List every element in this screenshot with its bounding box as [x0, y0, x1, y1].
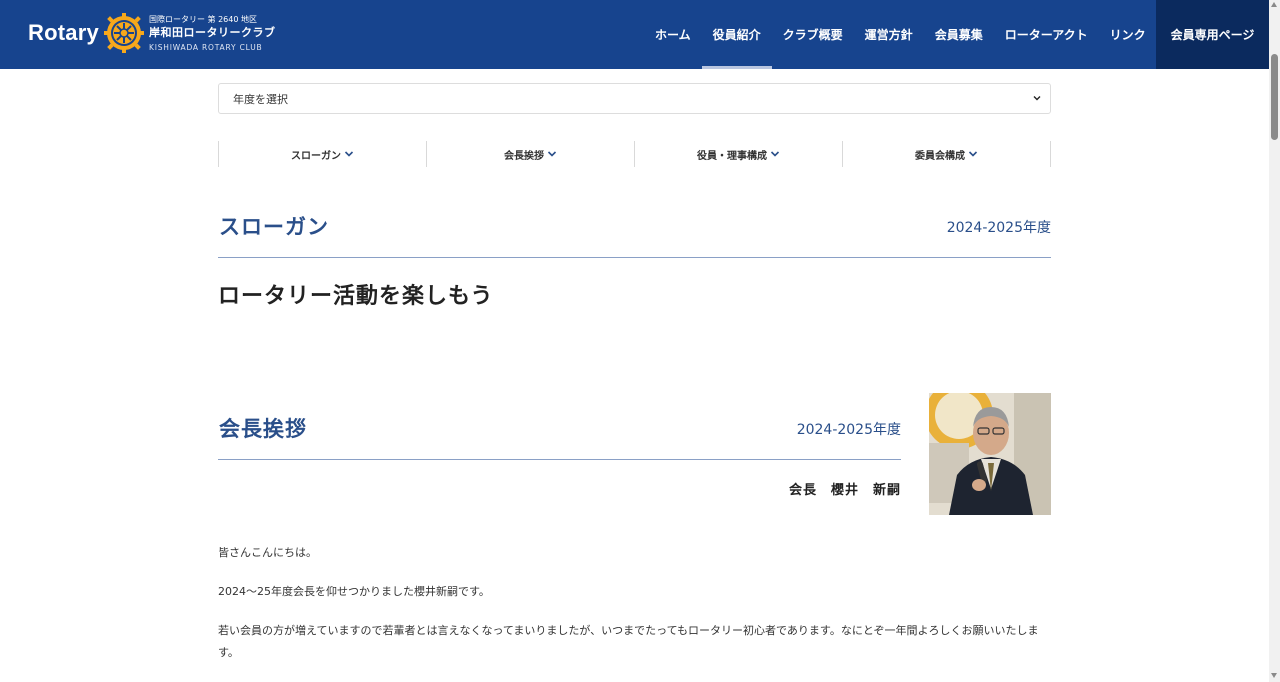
chevron-down-icon — [1033, 96, 1041, 101]
nav-officers[interactable]: 役員紹介 — [701, 0, 772, 69]
tab-committees[interactable]: 委員会構成 — [842, 141, 1051, 167]
tab-label: 会長挨拶 — [504, 150, 544, 162]
nav-home[interactable]: ホーム — [644, 0, 702, 69]
club-name-block[interactable]: 国際ロータリー 第 2640 地区 岸和田ロータリークラブ KISHIWADA … — [149, 14, 276, 55]
tab-slogan[interactable]: スローガン — [218, 141, 426, 167]
year-select[interactable]: 年度を選択 — [218, 83, 1051, 114]
nav-rotaract[interactable]: ローターアクト — [994, 0, 1099, 69]
scroll-down-arrow-icon[interactable] — [1271, 673, 1277, 678]
chevron-down-icon — [344, 151, 354, 157]
district-label: 国際ロータリー 第 2640 地区 — [149, 15, 257, 24]
scroll-up-arrow-icon[interactable] — [1271, 2, 1277, 7]
members-only-button[interactable]: 会員専用ページ — [1156, 0, 1269, 69]
nav-recruitment[interactable]: 会員募集 — [924, 0, 994, 69]
main-nav: ホーム 役員紹介 クラブ概要 運営方針 会員募集 ローターアクト リンク — [644, 0, 1157, 69]
site-header: Rotary 国際ロータリー 第 2640 地区 岸和田ロータリークラブ KIS… — [0, 0, 1269, 69]
chevron-down-icon — [770, 151, 780, 157]
club-name: 岸和田ロータリークラブ — [149, 26, 276, 39]
chevron-down-icon — [968, 151, 978, 157]
greeting-paragraph: 2024～25年度会長を仰せつかりました櫻井新嗣です。 — [218, 585, 490, 598]
nav-links[interactable]: リンク — [1099, 0, 1157, 69]
tab-label: 役員・理事構成 — [697, 150, 767, 162]
tab-label: 委員会構成 — [915, 150, 965, 162]
slogan-heading: スローガン — [219, 214, 329, 239]
greeting-divider — [218, 459, 901, 460]
president-name: 会長 櫻井 新嗣 — [788, 483, 901, 498]
scroll-thumb[interactable] — [1271, 54, 1278, 140]
greeting-year: 2024-2025年度 — [796, 422, 901, 438]
tab-label: スローガン — [291, 150, 341, 162]
tab-greeting[interactable]: 会長挨拶 — [426, 141, 634, 167]
slogan-text: ロータリー活動を楽しもう — [218, 284, 494, 309]
president-photo — [929, 393, 1051, 515]
greeting-heading: 会長挨拶 — [219, 416, 307, 441]
greeting-paragraph: 皆さんこんにちは。 — [218, 546, 317, 559]
slogan-divider — [218, 257, 1051, 258]
greeting-paragraph: 若い会員の方が増えていますので若輩者とは言えなくなってまいりましたが、いつまでた… — [218, 624, 1039, 659]
rotary-wheel-icon — [103, 13, 144, 53]
rotary-logo[interactable]: Rotary — [28, 12, 145, 54]
slogan-year: 2024-2025年度 — [946, 220, 1051, 236]
club-name-en: KISHIWADA ROTARY CLUB — [149, 43, 263, 52]
chevron-down-icon — [547, 151, 557, 157]
tab-officers-board[interactable]: 役員・理事構成 — [634, 141, 842, 167]
section-anchor-tabs: スローガン 会長挨拶 役員・理事構成 委員会構成 — [218, 141, 1051, 167]
year-select-value: 年度を選択 — [233, 92, 288, 106]
logo-wordmark: Rotary — [28, 20, 99, 45]
nav-club-overview[interactable]: クラブ概要 — [772, 0, 854, 69]
page-scrollbar[interactable] — [1269, 0, 1280, 682]
nav-policy[interactable]: 運営方針 — [854, 0, 924, 69]
